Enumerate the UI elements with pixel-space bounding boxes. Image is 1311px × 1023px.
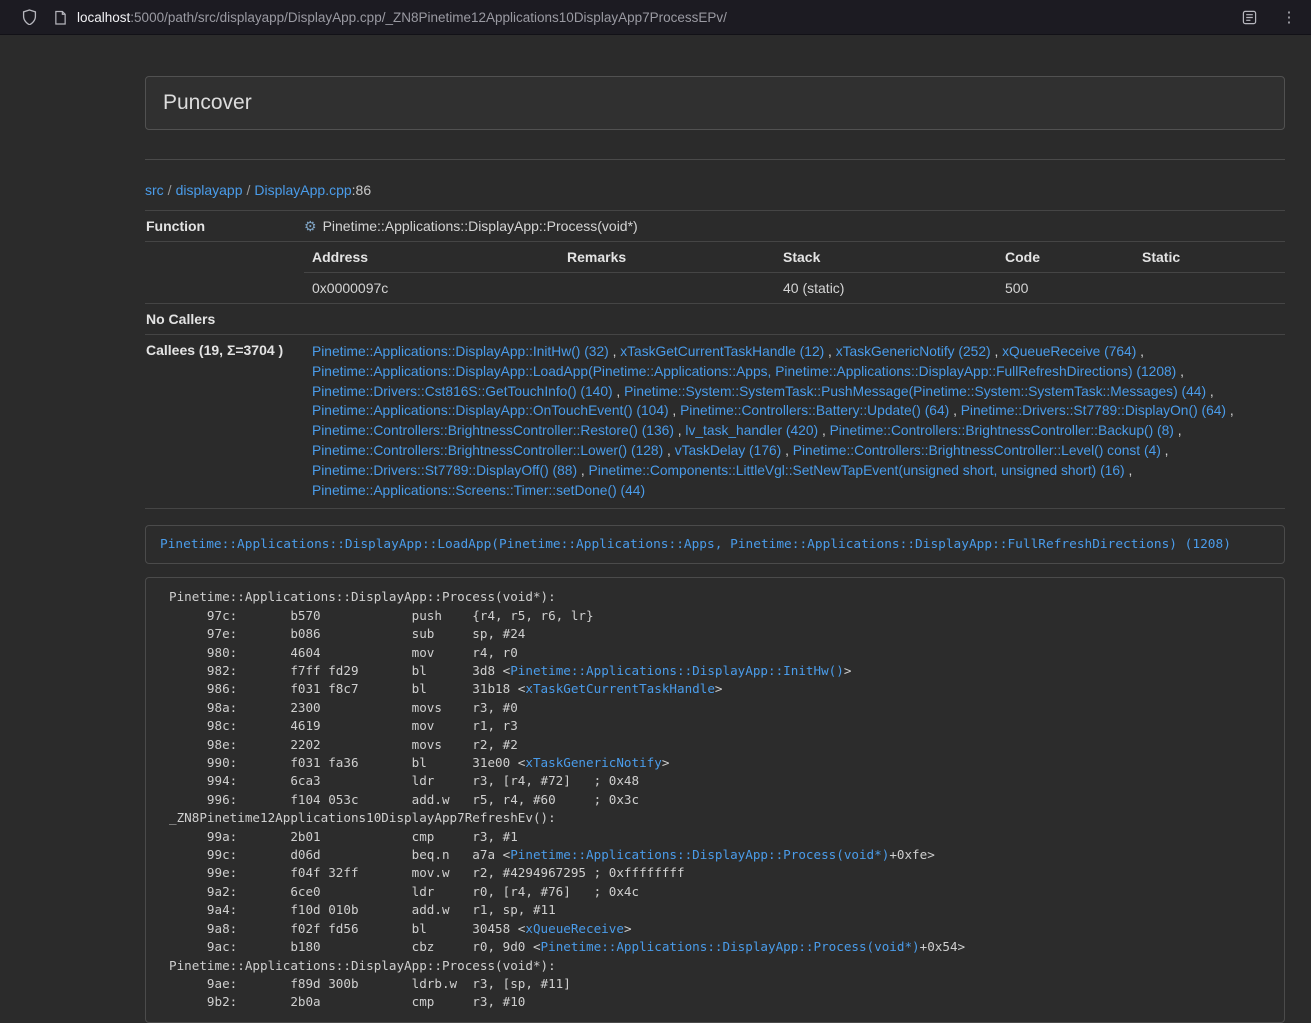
highlighted-symbol-box: Pinetime::Applications::DisplayApp::Load… — [145, 525, 1285, 564]
callee-separator: , — [613, 384, 625, 399]
callee-separator: , — [1136, 344, 1144, 359]
empty-label-cell — [145, 242, 296, 304]
callee-separator: , — [663, 443, 675, 458]
callee-separator: , — [1125, 463, 1133, 478]
code-symbol-link[interactable]: xTaskGetCurrentTaskHandle — [525, 681, 715, 696]
page-info-icon[interactable] — [54, 10, 67, 25]
no-callers-label: No Callers — [145, 304, 296, 335]
breadcrumb-link-displayapp[interactable]: displayapp — [176, 182, 243, 198]
col-header-stack: Stack — [775, 242, 997, 273]
callee-separator: , — [781, 443, 793, 458]
callee-separator: , — [577, 463, 589, 478]
disassembly: Pinetime::Applications::DisplayApp::Proc… — [145, 577, 1285, 1022]
callee-separator: , — [669, 403, 681, 418]
function-name-cell: ⚙ Pinetime::Applications::DisplayApp::Pro… — [296, 211, 1285, 242]
col-header-address: Address — [304, 242, 559, 273]
tracking-protection-shield-icon[interactable] — [22, 9, 37, 25]
function-table: Function ⚙Pinetime::Applications::Displa… — [145, 210, 1285, 509]
code-symbol-link[interactable]: Pinetime::Applications::DisplayApp::Init… — [510, 663, 844, 678]
more-options-icon[interactable]: ⋮ — [1281, 10, 1297, 25]
app-header: Puncover — [145, 76, 1285, 130]
callee-link[interactable]: Pinetime::System::SystemTask::PushMessag… — [624, 384, 1206, 399]
callee-link[interactable]: Pinetime::Controllers::Battery::Update()… — [680, 403, 949, 418]
callee-link[interactable]: Pinetime::Controllers::BrightnessControl… — [830, 423, 1174, 438]
callees-label: Callees (19, Σ=3704 ) — [145, 335, 296, 509]
divider — [145, 159, 1285, 160]
callee-link[interactable]: xQueueReceive (764) — [1002, 344, 1136, 359]
cell-stack: 40 (static) — [775, 273, 997, 304]
callee-link[interactable]: Pinetime::Components::LittleVgl::SetNewT… — [589, 463, 1125, 478]
reader-view-icon[interactable] — [1242, 10, 1257, 25]
function-details-table: Address Remarks Stack Code Static 0x0000… — [304, 242, 1285, 303]
breadcrumb-link-src[interactable]: src — [145, 182, 164, 198]
callees-row: Callees (19, Σ=3704 ) Pinetime::Applicat… — [145, 335, 1285, 509]
function-name: Pinetime::Applications::DisplayApp::Proc… — [323, 218, 638, 234]
col-header-remarks: Remarks — [559, 242, 775, 273]
callee-separator: , — [1206, 384, 1214, 399]
page-container: Puncover src/displayapp/DisplayApp.cpp:8… — [145, 76, 1285, 1023]
callee-link[interactable]: Pinetime::Applications::DisplayApp::Init… — [312, 344, 609, 359]
callee-link[interactable]: Pinetime::Applications::DisplayApp::OnTo… — [312, 403, 669, 418]
breadcrumb: src/displayapp/DisplayApp.cpp:86 — [145, 182, 1285, 198]
function-row: Function ⚙ Pinetime::Applications::Displa… — [145, 211, 1285, 242]
details-header-row: Address Remarks Stack Code Static — [304, 242, 1285, 273]
callee-separator: , — [1176, 364, 1184, 379]
details-value-row: 0x0000097c 40 (static) 500 — [304, 273, 1285, 304]
cell-static — [1134, 273, 1285, 304]
callee-link[interactable]: lv_task_handler (420) — [685, 423, 818, 438]
callee-separator: , — [991, 344, 1003, 359]
browser-toolbar: localhost:5000/path/src/displayapp/Displ… — [0, 0, 1311, 35]
callee-link[interactable]: Pinetime::Applications::Screens::Timer::… — [312, 483, 645, 498]
callee-separator: , — [1226, 403, 1234, 418]
callee-link[interactable]: Pinetime::Drivers::St7789::DisplayOn() (… — [961, 403, 1226, 418]
callee-link[interactable]: vTaskDelay (176) — [675, 443, 782, 458]
callee-link[interactable]: Pinetime::Controllers::BrightnessControl… — [312, 423, 674, 438]
breadcrumb-separator: / — [164, 182, 176, 198]
no-callers-row: No Callers — [145, 304, 1285, 335]
breadcrumb-line-number: :86 — [352, 182, 371, 198]
code-symbol-link[interactable]: xTaskGenericNotify — [525, 755, 661, 770]
callee-link[interactable]: Pinetime::Controllers::BrightnessControl… — [793, 443, 1161, 458]
breadcrumb-link-file[interactable]: DisplayApp.cpp — [254, 182, 351, 198]
callee-link[interactable]: Pinetime::Drivers::Cst816S::GetTouchInfo… — [312, 384, 613, 399]
col-header-static: Static — [1134, 242, 1285, 273]
callee-link[interactable]: Pinetime::Applications::DisplayApp::Load… — [312, 364, 1176, 379]
callee-link[interactable]: Pinetime::Drivers::St7789::DisplayOff() … — [312, 463, 577, 478]
callee-separator: , — [1161, 443, 1169, 458]
callee-link[interactable]: Pinetime::Controllers::BrightnessControl… — [312, 443, 663, 458]
callee-separator: , — [609, 344, 621, 359]
code-symbol-link[interactable]: xQueueReceive — [525, 921, 624, 936]
cell-address: 0x0000097c — [304, 273, 559, 304]
code-symbol-link[interactable]: Pinetime::Applications::DisplayApp::Proc… — [541, 939, 920, 954]
cell-code: 500 — [997, 273, 1134, 304]
callee-separator: , — [949, 403, 961, 418]
app-title: Puncover — [163, 91, 252, 114]
url-path: :5000/path/src/displayapp/DisplayApp.cpp… — [130, 10, 727, 25]
breadcrumb-separator: / — [243, 182, 255, 198]
callee-separator: , — [824, 344, 836, 359]
callee-separator: , — [818, 423, 830, 438]
code-symbol-link[interactable]: Pinetime::Applications::DisplayApp::Proc… — [510, 847, 889, 862]
url-bar[interactable]: localhost:5000/path/src/displayapp/Displ… — [77, 10, 1242, 25]
callees-list: Pinetime::Applications::DisplayApp::Init… — [296, 335, 1285, 509]
cell-remarks — [559, 273, 775, 304]
function-icon: ⚙ — [304, 218, 317, 234]
function-details-row: Address Remarks Stack Code Static 0x0000… — [145, 242, 1285, 304]
url-host: localhost — [77, 10, 130, 25]
highlighted-symbol-link[interactable]: Pinetime::Applications::DisplayApp::Load… — [160, 537, 1231, 552]
no-callers-empty-cell — [296, 304, 1285, 335]
function-label: Function — [145, 211, 296, 242]
callee-separator: , — [1174, 423, 1182, 438]
callee-link[interactable]: xTaskGenericNotify (252) — [836, 344, 991, 359]
col-header-code: Code — [997, 242, 1134, 273]
callee-separator: , — [674, 423, 686, 438]
callee-link[interactable]: xTaskGetCurrentTaskHandle (12) — [620, 344, 824, 359]
